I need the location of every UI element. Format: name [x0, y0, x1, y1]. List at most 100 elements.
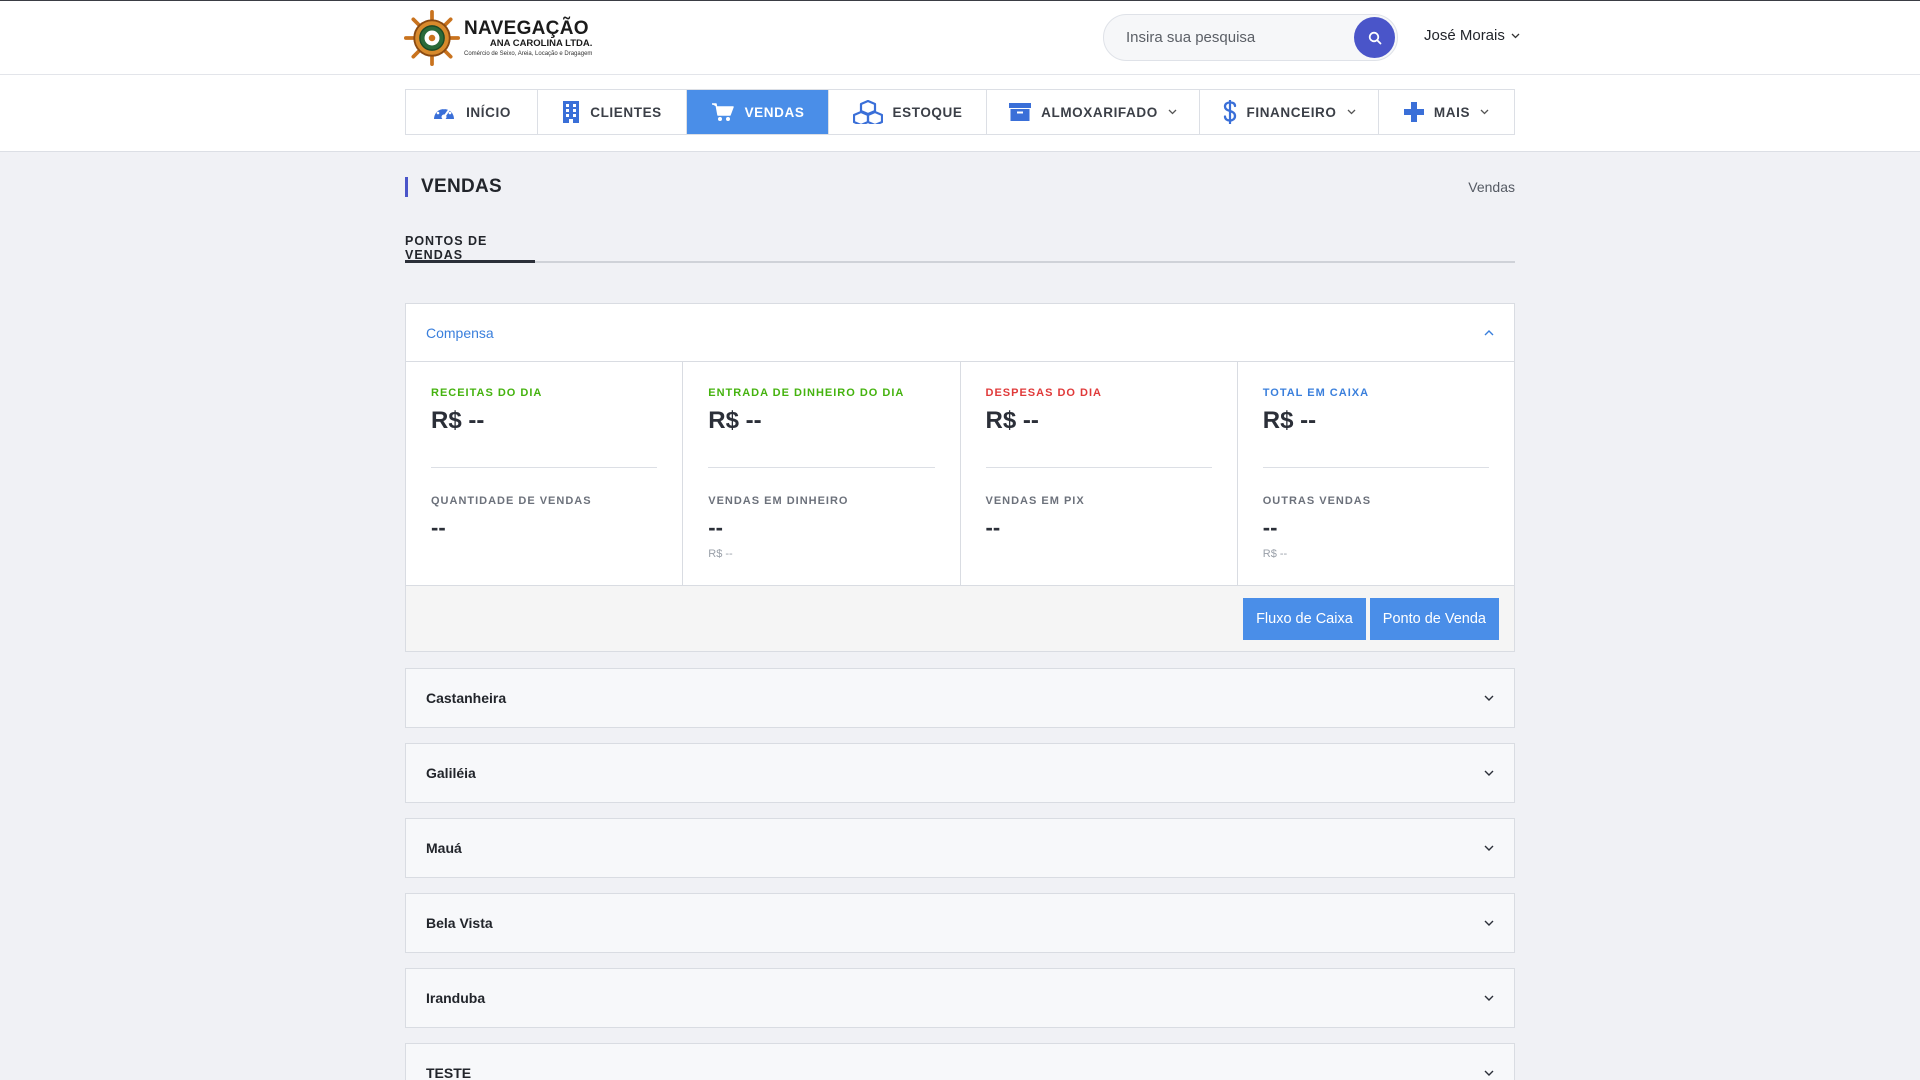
stat-value: R$ -- — [431, 407, 485, 434]
nav-item-estoque[interactable]: ESTOQUE — [829, 90, 987, 134]
point-panel[interactable]: Galiléia — [405, 743, 1515, 803]
stat-value: R$ -- — [985, 407, 1039, 434]
nav-item-financeiro[interactable]: FINANCEIRO — [1200, 90, 1379, 134]
divider — [431, 467, 658, 468]
stats-row: RECEITAS DO DIA R$ -- QUANTIDADE DE VEND… — [406, 362, 1514, 586]
brand-title: NAVEGAÇÃO — [464, 18, 589, 40]
nav-label: CLIENTES — [590, 104, 662, 120]
page-title: VENDAS — [405, 177, 502, 197]
stat-value: R$ -- — [1262, 407, 1317, 434]
stat-sub-value: -- — [431, 515, 446, 540]
chevron-down-icon — [1484, 845, 1494, 851]
divider — [985, 467, 1212, 468]
main-nav-bar: INÍCIO CLIENTES VENDAS ESTOQUE ALMOXARIF… — [0, 75, 1920, 152]
nav-item-inicio[interactable]: INÍCIO — [406, 90, 538, 134]
tab-pontos-de-vendas[interactable]: PONTOS DE VENDAS — [405, 234, 535, 263]
stat-sub-note: R$ -- — [1262, 548, 1288, 560]
nav-item-vendas[interactable]: VENDAS — [687, 90, 829, 134]
nav-label: INÍCIO — [466, 104, 511, 120]
point-header[interactable]: Compensa — [406, 304, 1514, 362]
point-panel[interactable]: Bela Vista — [405, 893, 1515, 953]
stat-sub-label: OUTRAS VENDAS — [1262, 495, 1372, 507]
point-panel-compensa: Compensa RECEITAS DO DIA R$ -- QUANTIDAD… — [405, 303, 1515, 652]
stat-value: R$ -- — [708, 407, 762, 434]
point-header[interactable]: Mauá — [406, 819, 1514, 877]
point-name: TESTE — [426, 1065, 472, 1080]
stat-label: TOTAL EM CAIXA — [1262, 387, 1370, 399]
breadcrumb[interactable]: Vendas — [1468, 179, 1515, 195]
company-logo[interactable]: NAVEGAÇÃO ANA CAROLINA LTDA. Comércio de… — [404, 8, 592, 68]
point-header[interactable]: Galiléia — [406, 744, 1514, 802]
stat-entrada-dinheiro: ENTRADA DE DINHEIRO DO DIA R$ -- VENDAS … — [683, 362, 961, 585]
divider — [1262, 467, 1489, 468]
point-actions: Fluxo de Caixa Ponto de Venda — [406, 586, 1514, 651]
point-header[interactable]: TESTE — [406, 1044, 1514, 1080]
point-name: Iranduba — [426, 990, 486, 1006]
point-of-sale-button[interactable]: Ponto de Venda — [1369, 597, 1499, 640]
stat-sub-label: VENDAS EM DINHEIRO — [708, 495, 849, 507]
point-panel[interactable]: Castanheira — [405, 668, 1515, 728]
point-panel[interactable]: Mauá — [405, 818, 1515, 878]
point-panel[interactable]: Iranduba — [405, 968, 1515, 1028]
stat-label: ENTRADA DE DINHEIRO DO DIA — [708, 387, 905, 399]
user-menu[interactable]: José Morais — [1424, 27, 1520, 44]
search-button[interactable] — [1354, 17, 1395, 58]
stat-sub-note: R$ -- — [708, 548, 733, 560]
search-icon — [1368, 31, 1381, 44]
chevron-down-icon — [1484, 995, 1494, 1001]
boxes-icon — [852, 100, 883, 124]
top-header: NAVEGAÇÃO ANA CAROLINA LTDA. Comércio de… — [0, 0, 1920, 75]
nav-item-mais[interactable]: MAIS — [1379, 90, 1514, 134]
stat-sub-label: VENDAS EM PIX — [985, 495, 1085, 507]
point-panel[interactable]: TESTE — [405, 1043, 1515, 1080]
point-name: Mauá — [426, 840, 462, 856]
chevron-down-icon — [1480, 109, 1489, 115]
chevron-down-icon — [1484, 920, 1494, 926]
divider — [708, 467, 935, 468]
dashboard-icon — [434, 106, 455, 120]
cart-icon — [711, 103, 734, 121]
nav-label: VENDAS — [744, 104, 805, 120]
nav-label: ESTOQUE — [892, 104, 963, 120]
stat-total-caixa: TOTAL EM CAIXA R$ -- OUTRAS VENDAS -- R$… — [1238, 362, 1514, 585]
user-name: José Morais — [1424, 27, 1505, 44]
nav-item-almoxarifado[interactable]: ALMOXARIFADO — [987, 90, 1200, 134]
stat-sub-value: -- — [985, 515, 1001, 540]
chevron-up-icon — [1484, 329, 1494, 335]
chevron-down-icon — [1484, 1070, 1494, 1076]
brand-tagline: Comércio de Seixo, Areia, Locação e Drag… — [464, 50, 593, 57]
point-header[interactable]: Castanheira — [406, 669, 1514, 727]
point-header[interactable]: Iranduba — [406, 969, 1514, 1027]
plus-icon — [1403, 102, 1424, 122]
point-name: Castanheira — [426, 690, 507, 706]
stat-sub-value: -- — [1262, 515, 1278, 540]
stat-label: DESPESAS DO DIA — [985, 387, 1102, 399]
dollar-icon — [1223, 100, 1236, 124]
point-header[interactable]: Bela Vista — [406, 894, 1514, 952]
tab-bar: PONTOS DE VENDAS — [405, 228, 1515, 263]
search-input[interactable] — [1126, 15, 1346, 60]
point-name: Galiléia — [426, 765, 476, 781]
stat-despesas: DESPESAS DO DIA R$ -- VENDAS EM PIX -- — [961, 362, 1238, 585]
nav-label: FINANCEIRO — [1246, 104, 1337, 120]
brand-subtitle: ANA CAROLINA LTDA. — [489, 38, 593, 50]
nav-label: ALMOXARIFADO — [1041, 104, 1158, 120]
ship-wheel-icon — [404, 10, 460, 66]
stat-receitas: RECEITAS DO DIA R$ -- QUANTIDADE DE VEND… — [406, 362, 684, 585]
cash-flow-button[interactable]: Fluxo de Caixa — [1243, 597, 1366, 640]
point-name: Compensa — [426, 324, 494, 341]
nav-item-clientes[interactable]: CLIENTES — [538, 90, 687, 134]
chevron-down-icon — [1484, 770, 1494, 776]
building-icon — [563, 101, 580, 123]
main-nav: INÍCIO CLIENTES VENDAS ESTOQUE ALMOXARIF… — [405, 89, 1515, 135]
search-box — [1103, 14, 1398, 61]
nav-label: MAIS — [1433, 104, 1471, 120]
chevron-down-icon — [1511, 33, 1520, 38]
archive-icon — [1009, 103, 1032, 121]
stat-label: RECEITAS DO DIA — [431, 387, 543, 399]
chevron-down-icon — [1168, 109, 1177, 115]
chevron-down-icon — [1347, 109, 1355, 115]
stat-sub-value: -- — [708, 515, 723, 540]
point-name: Bela Vista — [426, 915, 493, 931]
chevron-down-icon — [1484, 695, 1494, 701]
